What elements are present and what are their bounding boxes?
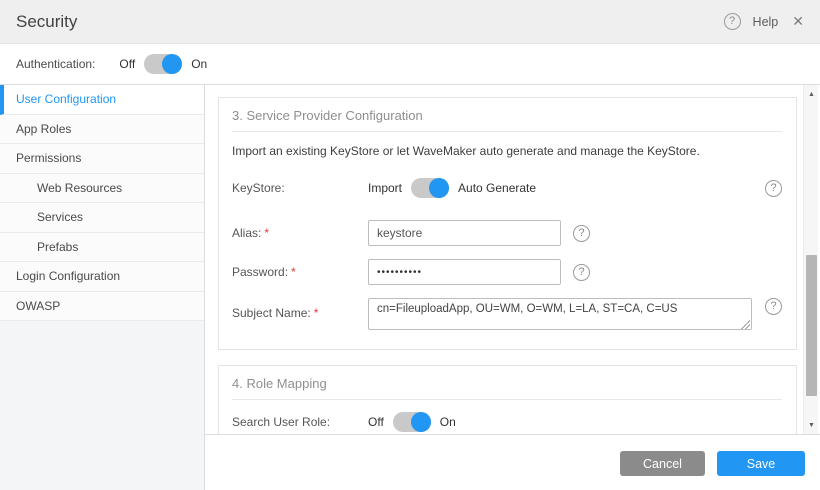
scroll-area: 3. Service Provider Configuration Import… <box>205 85 820 434</box>
authentication-bar: Authentication: Off On <box>0 44 820 85</box>
sidebar-item-prefabs[interactable]: Prefabs <box>0 233 204 263</box>
keystore-help-icon[interactable]: ? <box>765 180 782 197</box>
alias-input[interactable] <box>368 220 561 246</box>
sidebar-item-services[interactable]: Services <box>0 203 204 233</box>
sidebar-item-permissions[interactable]: Permissions <box>0 144 204 174</box>
alias-help-icon[interactable]: ? <box>573 225 590 242</box>
search-user-role-label: Search User Role: <box>232 415 368 429</box>
header: Security ? Help ✕ <box>0 0 820 44</box>
keystore-label: KeyStore: <box>232 181 368 195</box>
password-input[interactable] <box>368 259 561 285</box>
toggle-knob <box>411 412 431 432</box>
section-title-service-provider: 3. Service Provider Configuration <box>232 108 782 123</box>
keystore-import-label: Import <box>368 181 402 195</box>
authentication-label: Authentication: <box>16 57 95 71</box>
keystore-description: Import an existing KeyStore or let WaveM… <box>232 144 782 158</box>
save-button[interactable]: Save <box>717 451 805 476</box>
divider <box>232 399 782 400</box>
sidebar-item-label: Services <box>37 210 83 224</box>
sidebar-item-login-configuration[interactable]: Login Configuration <box>0 262 204 292</box>
sidebar-item-web-resources[interactable]: Web Resources <box>0 174 204 204</box>
scroll-up-icon[interactable]: ▲ <box>804 87 819 101</box>
keystore-toggle[interactable] <box>411 178 449 198</box>
sidebar-item-label: Web Resources <box>37 181 122 195</box>
close-icon[interactable]: ✕ <box>790 13 806 30</box>
password-help-icon[interactable]: ? <box>573 264 590 281</box>
keystore-toggle-group: Import Auto Generate <box>368 178 536 198</box>
required-marker: * <box>264 226 269 240</box>
vertical-scrollbar[interactable]: ▲ ▼ <box>803 85 818 434</box>
main-content: 3. Service Provider Configuration Import… <box>205 85 820 490</box>
toggle-knob <box>162 54 182 74</box>
section-title-role-mapping: 4. Role Mapping <box>232 376 782 391</box>
keystore-row: KeyStore: Import Auto Generate ? <box>232 178 782 198</box>
sidebar-item-label: Prefabs <box>37 240 78 254</box>
sidebar-item-label: Permissions <box>16 151 81 165</box>
page-title: Security <box>16 12 77 32</box>
scroll-down-icon[interactable]: ▼ <box>804 418 819 432</box>
keystore-auto-generate-label: Auto Generate <box>458 181 536 195</box>
help-icon[interactable]: ? <box>724 13 741 30</box>
divider <box>232 131 782 132</box>
subject-name-label: Subject Name:* <box>232 298 368 320</box>
scrollbar-thumb[interactable] <box>806 255 817 396</box>
authentication-toggle[interactable] <box>144 54 182 74</box>
search-user-role-on-label: On <box>440 415 456 429</box>
header-actions: ? Help ✕ <box>724 13 806 30</box>
subject-name-help-icon[interactable]: ? <box>765 298 782 315</box>
search-user-role-toggle[interactable] <box>393 412 431 432</box>
authentication-toggle-group: Off On <box>119 54 207 74</box>
sidebar-item-label: User Configuration <box>16 92 116 106</box>
subject-name-row: Subject Name:* cn=FileuploadApp, OU=WM, … <box>232 298 782 333</box>
search-user-role-toggle-group: Off On <box>368 412 456 432</box>
service-provider-configuration-card: 3. Service Provider Configuration Import… <box>218 97 797 350</box>
cancel-button[interactable]: Cancel <box>620 451 705 476</box>
search-user-role-off-label: Off <box>368 415 384 429</box>
required-marker: * <box>291 265 296 279</box>
password-row: Password:* ? <box>232 259 782 285</box>
sidebar-item-owasp[interactable]: OWASP <box>0 292 204 322</box>
sidebar-item-label: Login Configuration <box>16 269 120 283</box>
subject-name-textarea[interactable]: cn=FileuploadApp, OU=WM, O=WM, L=LA, ST=… <box>368 298 752 330</box>
body: User Configuration App Roles Permissions… <box>0 85 820 490</box>
sidebar: User Configuration App Roles Permissions… <box>0 85 205 490</box>
authentication-off-label: Off <box>119 57 135 71</box>
password-label: Password:* <box>232 265 368 279</box>
help-link[interactable]: Help <box>753 15 779 29</box>
search-user-role-row: Search User Role: Off On <box>232 412 782 432</box>
subject-name-field-wrap: cn=FileuploadApp, OU=WM, O=WM, L=LA, ST=… <box>368 298 752 333</box>
security-dialog: Security ? Help ✕ Authentication: Off On… <box>0 0 820 490</box>
sidebar-item-app-roles[interactable]: App Roles <box>0 115 204 145</box>
sidebar-item-user-configuration[interactable]: User Configuration <box>0 85 204 115</box>
footer: Cancel Save <box>205 434 820 490</box>
toggle-knob <box>429 178 449 198</box>
alias-label: Alias:* <box>232 226 368 240</box>
sidebar-item-label: App Roles <box>16 122 71 136</box>
required-marker: * <box>314 306 319 320</box>
role-mapping-card: 4. Role Mapping Search User Role: Off On <box>218 365 797 434</box>
authentication-on-label: On <box>191 57 207 71</box>
alias-row: Alias:* ? <box>232 220 782 246</box>
sidebar-item-label: OWASP <box>16 299 60 313</box>
